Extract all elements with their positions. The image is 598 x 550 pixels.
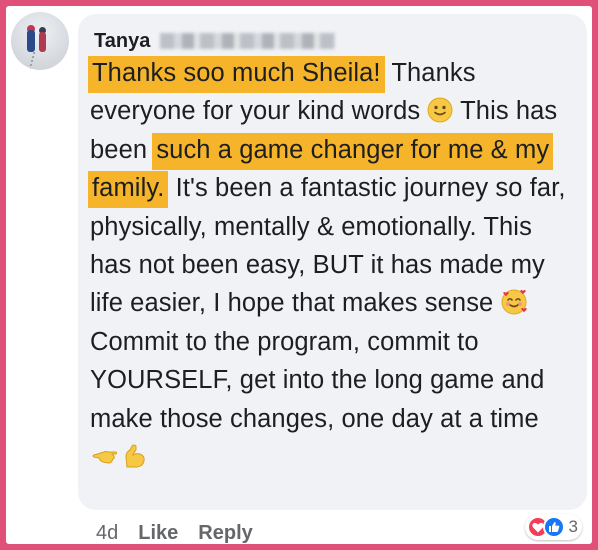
comment-card: Tanya Thanks soo much Sheila! Thanks eve… (6, 6, 592, 544)
avatar[interactable] (11, 12, 69, 70)
author-name[interactable]: Tanya (94, 30, 150, 53)
reaction-summary[interactable]: 3 (524, 514, 582, 540)
comment-actions: 4d Like Reply (96, 518, 273, 548)
slightly-smiling-face-icon (427, 97, 453, 123)
smiling-face-with-hearts-icon (501, 289, 527, 315)
avatar-figure (27, 30, 35, 52)
comment-timestamp[interactable]: 4d (96, 522, 118, 545)
reaction-count: 3 (568, 517, 578, 536)
like-reaction-icon (542, 516, 565, 538)
avatar-figure (39, 32, 46, 52)
backhand-index-pointing-left-icon (92, 451, 117, 464)
reply-button[interactable]: Reply (198, 522, 252, 545)
author-row: Tanya (94, 28, 336, 54)
comment-text-segment: Commit to the program, commit to YOURSEL… (90, 327, 545, 433)
redacted-surname (160, 33, 336, 49)
like-button[interactable]: Like (138, 522, 178, 545)
highlighted-text: Thanks soo much Sheila! (88, 56, 385, 93)
comment-bubble: Tanya Thanks soo much Sheila! Thanks eve… (78, 14, 587, 510)
avatar-tracks (28, 52, 54, 70)
comment-text: Thanks soo much Sheila! Thanks everyone … (88, 54, 570, 476)
flexed-biceps-icon (125, 444, 145, 468)
